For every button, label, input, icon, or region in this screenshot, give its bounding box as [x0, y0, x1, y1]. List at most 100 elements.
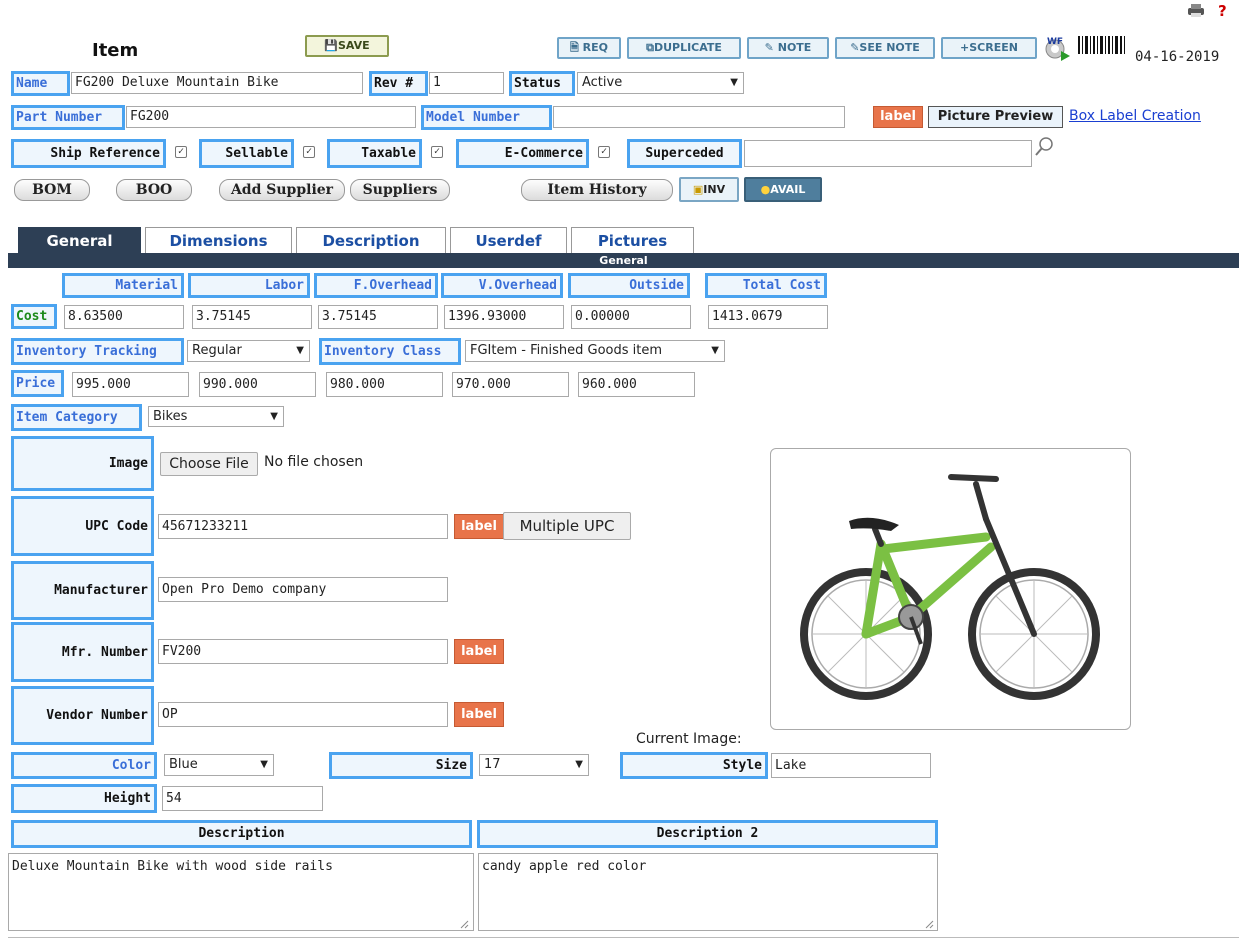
dropdown-arrow-icon: ▼ [296, 345, 304, 356]
model-number-input[interactable] [553, 106, 845, 128]
cost-material-input[interactable]: 8.63500 [64, 305, 184, 329]
upc-code-label: UPC Code [11, 496, 154, 556]
cost-header-v-overhead: V.Overhead [441, 273, 563, 298]
name-label: Name [11, 71, 70, 96]
style-label: Style [620, 752, 768, 779]
choose-file-button[interactable]: Choose File [160, 452, 258, 476]
workflow-icon[interactable]: WF [1043, 35, 1071, 61]
price-4-input[interactable]: 970.000 [452, 372, 569, 397]
resize-handle-icon[interactable] [459, 918, 469, 929]
height-input[interactable]: 54 [162, 786, 323, 811]
cost-label: Cost [11, 304, 57, 329]
dropdown-arrow-icon: ▼ [270, 411, 278, 422]
cost-v-overhead-input[interactable]: 1396.93000 [444, 305, 564, 329]
status-label: Status [509, 71, 575, 96]
item-category-select[interactable]: Bikes ▼ [148, 406, 284, 427]
cost-header-total: Total Cost [705, 273, 827, 298]
picture-preview-button[interactable]: Picture Preview [928, 106, 1063, 128]
mfr-label-button[interactable]: label [454, 639, 504, 664]
duplicate-button[interactable]: ⧉DUPLICATE [627, 37, 741, 59]
superceded-label: Superceded [627, 139, 742, 168]
cost-header-labor: Labor [188, 273, 310, 298]
price-5-input[interactable]: 960.000 [578, 372, 695, 397]
inventory-tracking-select[interactable]: Regular ▼ [187, 340, 310, 362]
boo-button[interactable]: BOO [116, 179, 192, 201]
color-select[interactable]: Blue ▼ [164, 754, 274, 776]
mfr-number-input[interactable]: FV200 [158, 639, 448, 664]
upc-label-button[interactable]: label [454, 514, 504, 539]
ecommerce-checkbox[interactable]: ✓ [598, 146, 610, 158]
req-button[interactable]: 🗎 REQ [557, 37, 621, 59]
manufacturer-input[interactable]: Open Pro Demo company [158, 577, 448, 602]
svg-text:WF: WF [1047, 37, 1063, 47]
name-input[interactable]: FG200 Deluxe Mountain Bike [71, 72, 363, 94]
description-label: Description [11, 820, 472, 848]
rev-label: Rev # [369, 71, 428, 96]
box-label-creation-link[interactable]: Box Label Creation [1069, 108, 1201, 124]
tab-pictures[interactable]: Pictures [571, 227, 694, 253]
barcode-icon[interactable] [1077, 35, 1129, 61]
note-button[interactable]: ✎ NOTE [747, 37, 829, 59]
suppliers-button[interactable]: Suppliers [350, 179, 450, 201]
rev-input[interactable]: 1 [429, 72, 504, 94]
superceded-input[interactable] [744, 140, 1032, 167]
inventory-class-select[interactable]: FGItem - Finished Goods item ▼ [465, 340, 725, 362]
size-label: Size [329, 752, 473, 779]
taxable-label: Taxable [327, 139, 422, 168]
style-input[interactable]: Lake [771, 753, 931, 778]
resize-handle-icon[interactable] [924, 918, 934, 929]
cost-header-f-overhead: F.Overhead [314, 273, 438, 298]
description-2-textarea[interactable]: candy apple red color [478, 853, 938, 931]
page-title: Item [92, 40, 139, 61]
item-history-button[interactable]: Item History [521, 179, 673, 201]
tab-description[interactable]: Description [296, 227, 446, 253]
bottom-divider [8, 937, 1239, 938]
search-icon[interactable] [1033, 136, 1055, 158]
price-label: Price [11, 370, 64, 397]
height-label: Height [11, 784, 157, 813]
price-3-input[interactable]: 980.000 [326, 372, 443, 397]
save-icon: 💾 [324, 39, 338, 52]
item-picture [770, 448, 1131, 730]
vendor-number-input[interactable]: OP [158, 702, 448, 727]
tab-general[interactable]: General [18, 227, 141, 253]
cost-total-input[interactable]: 1413.0679 [708, 305, 828, 329]
cost-header-material: Material [62, 273, 184, 298]
lightbulb-icon: ● [760, 183, 771, 196]
manufacturer-label: Manufacturer [11, 561, 154, 620]
no-file-chosen-text: No file chosen [264, 454, 364, 470]
inv-button[interactable]: ▣INV [679, 177, 739, 202]
price-2-input[interactable]: 990.000 [199, 372, 316, 397]
label-button[interactable]: label [873, 106, 923, 128]
tab-userdef[interactable]: Userdef [450, 227, 567, 253]
bom-button[interactable]: BOM [14, 179, 90, 201]
upc-code-input[interactable]: 45671233211 [158, 514, 448, 539]
ecommerce-label: E-Commerce [456, 139, 589, 168]
save-button[interactable]: 💾SAVE [305, 35, 389, 57]
cost-header-outside: Outside [568, 273, 690, 298]
sellable-checkbox[interactable]: ✓ [303, 146, 315, 158]
vendor-number-label: Vendor Number [11, 686, 154, 745]
see-note-button[interactable]: ✎SEE NOTE [835, 37, 935, 59]
tab-dimensions[interactable]: Dimensions [145, 227, 292, 253]
description-textarea[interactable]: Deluxe Mountain Bike with wood side rail… [8, 853, 474, 931]
help-link[interactable]: ? [1218, 2, 1227, 20]
cost-f-overhead-input[interactable]: 3.75145 [318, 305, 438, 329]
size-select[interactable]: 17 ▼ [479, 754, 589, 776]
avail-button[interactable]: ●AVAIL [744, 177, 822, 202]
part-number-input[interactable]: FG200 [126, 106, 416, 128]
multiple-upc-button[interactable]: Multiple UPC [503, 512, 631, 540]
taxable-checkbox[interactable]: ✓ [431, 146, 443, 158]
current-image-label: Current Image: [636, 731, 742, 747]
cost-labor-input[interactable]: 3.75145 [192, 305, 312, 329]
status-select[interactable]: Active ▼ [577, 72, 744, 94]
cost-outside-input[interactable]: 0.00000 [571, 305, 691, 329]
add-supplier-button[interactable]: Add Supplier [219, 179, 345, 201]
price-1-input[interactable]: 995.000 [72, 372, 189, 397]
inventory-tracking-label: Inventory Tracking [11, 338, 184, 365]
ship-reference-checkbox[interactable]: ✓ [175, 146, 187, 158]
printer-icon[interactable] [1186, 4, 1206, 18]
vendor-label-button[interactable]: label [454, 702, 504, 727]
pencil-icon: ✎ [764, 41, 774, 54]
screen-button[interactable]: +SCREEN [941, 37, 1037, 59]
